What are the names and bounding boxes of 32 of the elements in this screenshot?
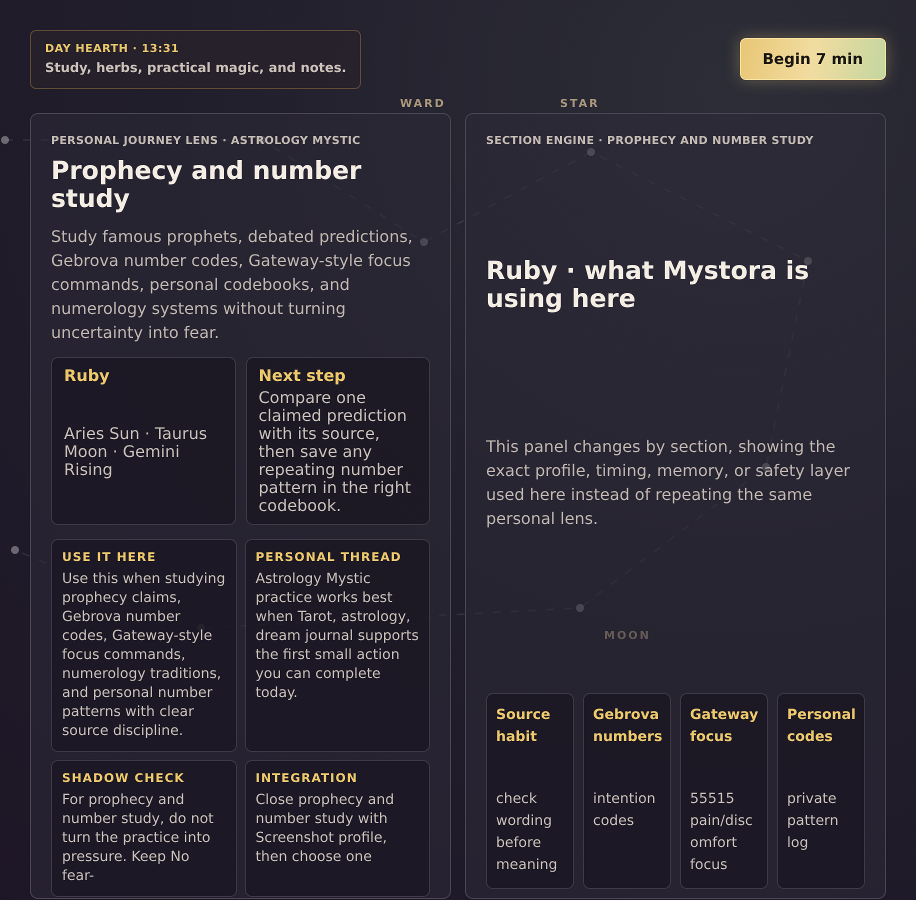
panel-description: This panel changes by section, showing the exact profile, timing, memory, or safety layer used here instead of repeating the same personal lens. xyxy=(486,436,851,530)
tile-title: Personal codes xyxy=(787,706,857,747)
status-label: DAY HEARTH · 13:31 xyxy=(45,42,180,55)
panel-kicker: PERSONAL JOURNEY LENS · ASTROLOGY MYSTIC xyxy=(51,134,362,147)
constellation-label: WARD xyxy=(400,97,446,110)
card-label: PERSONAL THREAD xyxy=(256,550,403,564)
tile-text: intention codes xyxy=(593,790,657,831)
card-label: INTEGRATION xyxy=(256,771,359,785)
tile-text: private pattern log xyxy=(787,790,840,853)
panel-title: Ruby · what Mystora is using here xyxy=(486,257,810,313)
card-text: Compare one claimed prediction with its source, then save any repeating number pattern in the right codebook. xyxy=(258,389,412,515)
card-title: Next step xyxy=(258,366,347,385)
panel-kicker: SECTION ENGINE · PROPHECY AND NUMBER STUDY xyxy=(486,134,815,147)
card-text: Use this when studying prophecy claims, Gebrova number codes, Gateway-style focus commands, numerology traditions, and personal number patterns with clear source discipline. xyxy=(62,570,226,741)
card-text: Astrology Mystic practice works best when Tarot, astrology, dream journal supports the first small action you can complete today. xyxy=(256,570,419,703)
card-text: Aries Sun · Taurus Moon · Gemini Rising xyxy=(64,425,208,479)
panel-description: Study famous prophets, debated predictions, Gebrova number codes, Gateway-style focus commands, personal codebooks, and numerology systems without turning uncertainty into fear. xyxy=(51,226,414,344)
status-text: Study, herbs, practical magic, and notes. xyxy=(45,61,346,76)
constellation-label: MOON xyxy=(604,629,651,642)
panel-title: Prophecy and number study xyxy=(51,157,362,213)
constellation-label: STAR xyxy=(560,97,600,110)
card-text: For prophecy and number study, do not turn the practice into pressure. Keep No fear- xyxy=(62,791,215,886)
tile-title: Gateway focus xyxy=(690,706,760,747)
tile-title: Gebrova numbers xyxy=(593,706,664,747)
begin-button[interactable]: Begin 7 min xyxy=(740,38,886,80)
tile-title: Source habit xyxy=(496,706,552,747)
card-label: SHADOW CHECK xyxy=(62,771,186,785)
card-title: Ruby xyxy=(64,366,111,385)
card-label: USE IT HERE xyxy=(62,550,158,564)
card-text: Close prophecy and number study with Screenshot profile, then choose one xyxy=(256,791,396,867)
tile-text: 55515 pain/discomfort focus xyxy=(690,790,754,875)
tile-text: check wording before meaning xyxy=(496,790,558,875)
